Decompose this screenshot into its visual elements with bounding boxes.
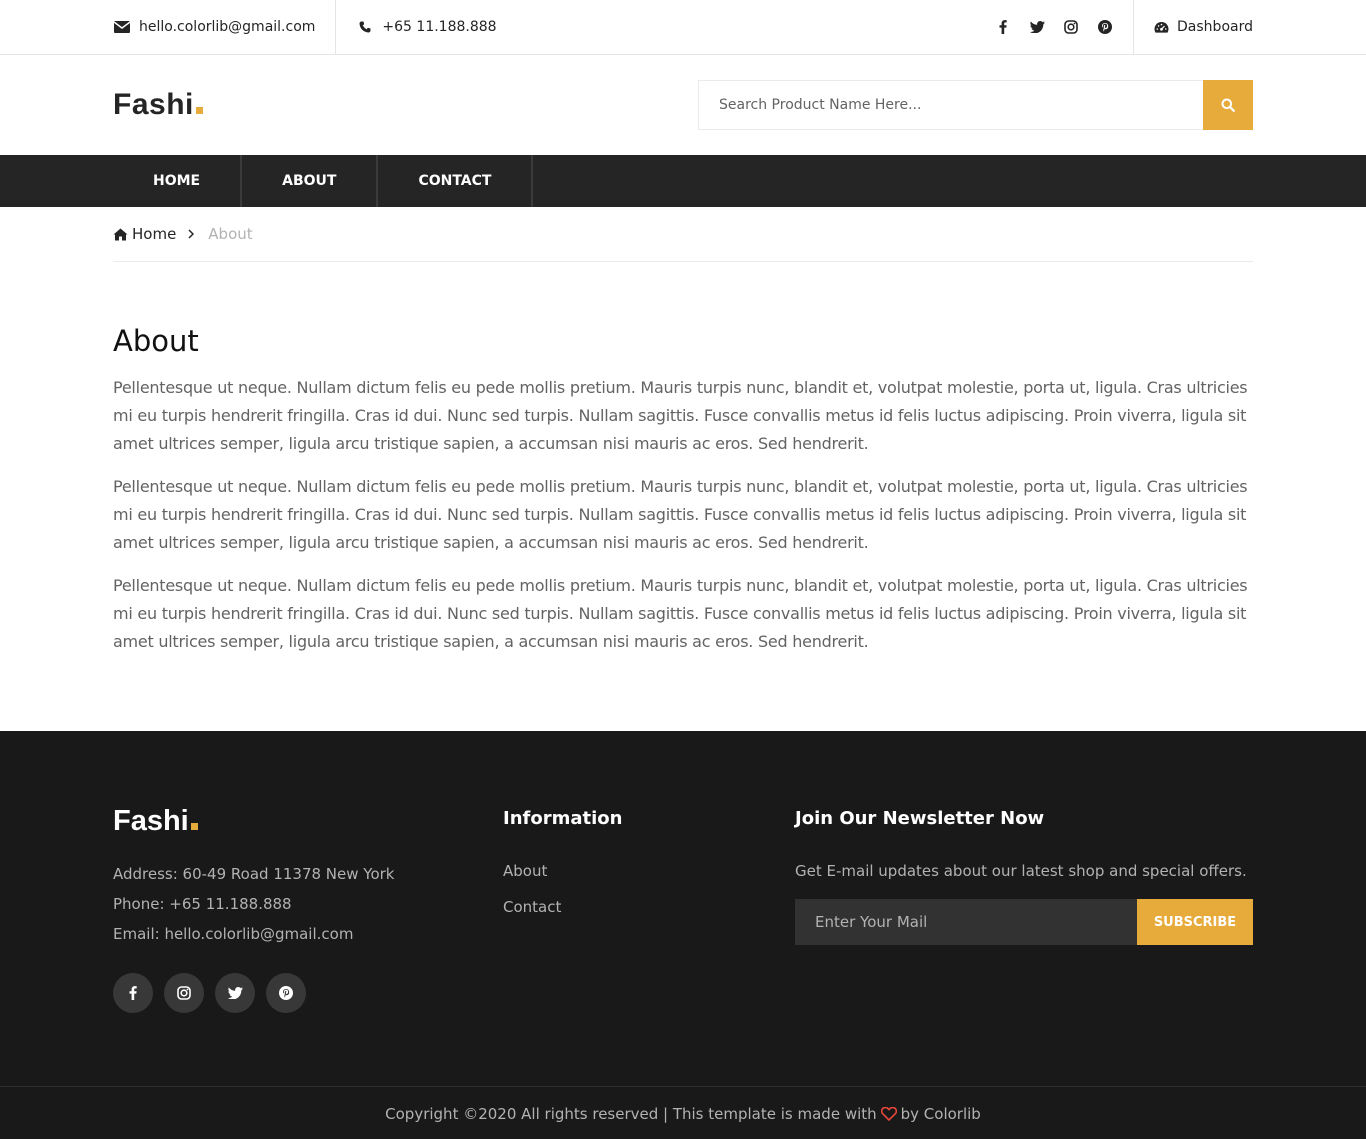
pinterest-icon[interactable] <box>266 973 306 1013</box>
search-button[interactable] <box>1203 80 1253 130</box>
facebook-icon[interactable] <box>995 19 1011 35</box>
breadcrumb: Home About <box>113 207 1253 262</box>
about-section: About Pellentesque ut neque. Nullam dict… <box>113 262 1253 731</box>
footer-info-title: Information <box>503 808 623 829</box>
twitter-icon[interactable] <box>215 973 255 1013</box>
page-title: About <box>113 324 199 358</box>
footer-logo[interactable]: Fashi <box>113 805 503 837</box>
copyright-text: Copyright ©2020 All rights reserved | Th… <box>385 1105 877 1123</box>
footer-email: Email: hello.colorlib@gmail.com <box>113 925 354 943</box>
twitter-icon[interactable] <box>1029 19 1045 35</box>
newsletter-title: Join Our Newsletter Now <box>795 808 1045 829</box>
search-icon <box>1221 98 1235 112</box>
footer-logo-dot <box>190 823 198 830</box>
about-paragraph: Pellentesque ut neque. Nullam dictum fel… <box>113 378 1248 453</box>
about-paragraph: Pellentesque ut neque. Nullam dictum fel… <box>113 576 1248 651</box>
search-bar <box>698 80 1253 130</box>
home-icon <box>113 228 128 241</box>
newsletter-email-input[interactable] <box>795 899 1137 945</box>
subscribe-button[interactable]: Subscribe <box>1137 899 1253 945</box>
envelope-icon <box>113 20 131 34</box>
top-phone[interactable]: +65 11.188.888 <box>336 0 497 54</box>
facebook-icon[interactable] <box>113 973 153 1013</box>
newsletter-text: Get E-mail updates about our latest shop… <box>795 862 1247 880</box>
newsletter-form: Subscribe <box>795 899 1253 945</box>
instagram-icon[interactable] <box>1063 19 1079 35</box>
header: Fashi <box>0 55 1366 155</box>
nav-item-home[interactable]: Home <box>113 155 243 207</box>
copyright-bar: Copyright ©2020 All rights reserved | Th… <box>0 1086 1366 1139</box>
footer-link-contact[interactable]: Contact <box>503 897 795 917</box>
search-input[interactable] <box>698 80 1203 130</box>
footer-logo-text: Fashi <box>113 805 189 837</box>
footer: Fashi Address: 60-49 Road 11378 New York… <box>0 731 1366 1086</box>
about-paragraph: Pellentesque ut neque. Nullam dictum fel… <box>113 477 1248 552</box>
main-nav: Home About Contact <box>0 155 1366 207</box>
footer-phone: Phone: +65 11.188.888 <box>113 895 292 913</box>
logo-text: Fashi <box>113 88 194 121</box>
top-email-text: hello.colorlib@gmail.com <box>139 19 316 35</box>
top-social-links <box>995 0 1135 54</box>
breadcrumb-home-label: Home <box>132 225 177 243</box>
footer-social-links <box>113 973 503 1013</box>
footer-newsletter-column: Join Our Newsletter Now Get E-mail updat… <box>795 805 1253 1013</box>
breadcrumb-current: About <box>208 225 253 243</box>
footer-info-column: Information About Contact <box>503 805 795 1013</box>
dashboard-label: Dashboard <box>1177 19 1253 35</box>
instagram-icon[interactable] <box>164 973 204 1013</box>
nav-item-contact[interactable]: Contact <box>378 155 534 207</box>
logo-dot <box>195 107 203 114</box>
logo[interactable]: Fashi <box>113 88 203 122</box>
dashboard-icon <box>1154 21 1169 34</box>
footer-link-about[interactable]: About <box>503 861 795 881</box>
top-phone-text: +65 11.188.888 <box>382 19 497 35</box>
dashboard-link[interactable]: Dashboard <box>1134 19 1253 35</box>
copyright-credit: by Colorlib <box>900 1105 981 1123</box>
top-bar: hello.colorlib@gmail.com +65 11.188.888 <box>0 0 1366 55</box>
breadcrumb-home[interactable]: Home <box>113 225 176 243</box>
footer-contact-column: Fashi Address: 60-49 Road 11378 New York… <box>113 805 503 1013</box>
heart-icon <box>880 1107 897 1121</box>
chevron-right-icon <box>188 229 195 239</box>
pinterest-icon[interactable] <box>1097 19 1113 35</box>
phone-icon <box>356 20 374 34</box>
top-email[interactable]: hello.colorlib@gmail.com <box>113 0 337 54</box>
footer-address: Address: 60-49 Road 11378 New York <box>113 865 395 883</box>
nav-item-about[interactable]: About <box>242 155 379 207</box>
